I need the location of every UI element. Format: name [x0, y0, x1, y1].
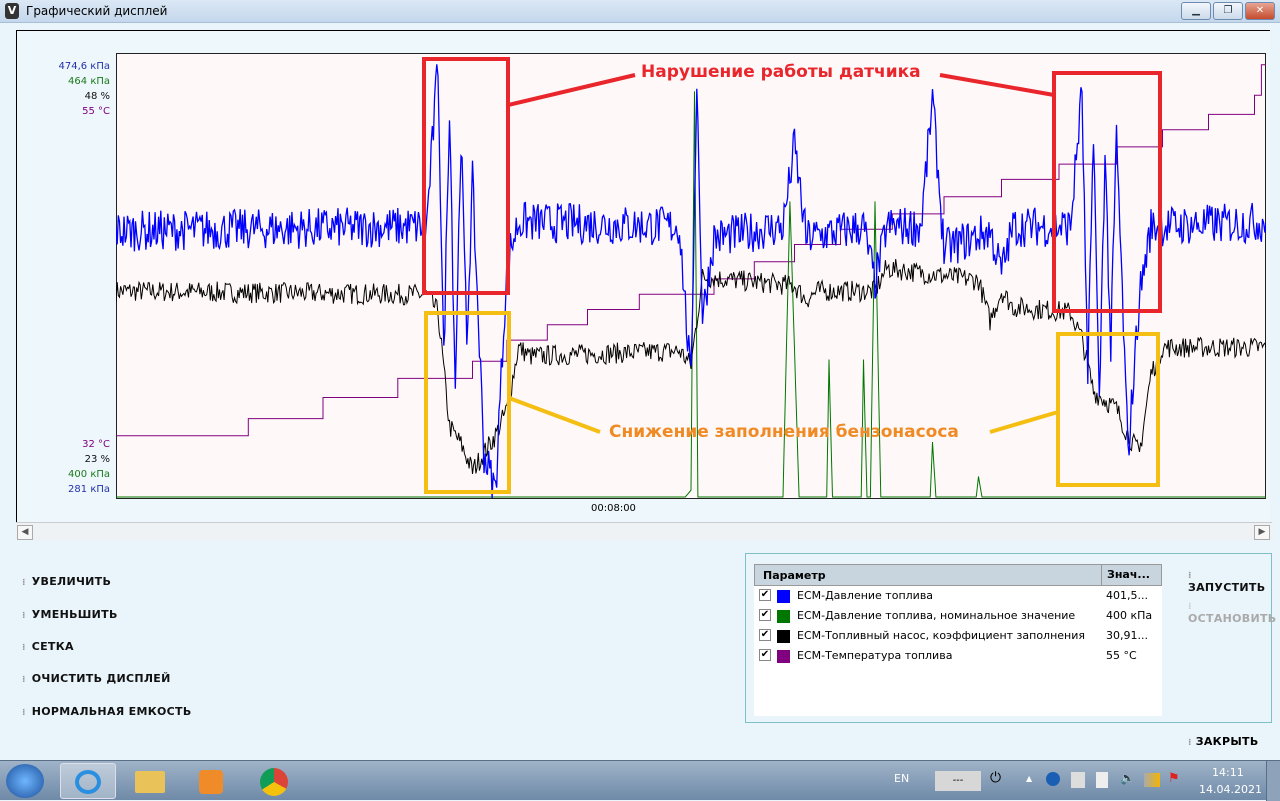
show-hidden-icons-button[interactable]: ▲ — [1026, 774, 1032, 783]
parameter-value: 55 °C — [1106, 649, 1137, 662]
taskbar-media-player-icon[interactable] — [183, 763, 239, 799]
taskbar: EN --- ⏻ ▲ 🔈 ⚑ 14:11 14.04.2021 — [0, 760, 1280, 801]
taskbar-chrome-icon[interactable] — [246, 763, 302, 799]
taskbar-ie-icon[interactable] — [60, 763, 116, 799]
color-swatch — [777, 630, 790, 643]
show-desktop-button[interactable] — [1266, 761, 1280, 801]
parameter-name: ECM-Топливный насос, коэффициент заполне… — [797, 629, 1085, 642]
header-parameter[interactable]: Параметр — [763, 569, 826, 582]
yellow-box-1 — [424, 311, 511, 494]
legend-checkbox[interactable]: ✔ — [759, 629, 771, 641]
bullet-icon: ⁝ — [1188, 602, 1192, 612]
network-icon[interactable] — [1144, 773, 1160, 787]
red-pointer-2 — [939, 73, 1055, 97]
power-tray-icon[interactable] — [1096, 772, 1108, 788]
language-indicator[interactable]: EN — [894, 772, 909, 785]
header-value[interactable]: Знач... — [1101, 565, 1150, 585]
annotation-pump-fill-drop: Снижение заполнения бензонасоса — [609, 422, 959, 442]
legend-row[interactable]: ✔ ECM-Давление топлива, номинальное значе… — [754, 606, 1162, 626]
legend-checkbox[interactable]: ✔ — [759, 609, 771, 621]
legend-checkbox[interactable]: ✔ — [759, 649, 771, 661]
annotation-sensor-fault: Нарушение работы датчика — [641, 62, 921, 82]
color-swatch — [777, 650, 790, 663]
parameter-value: 400 кПа — [1106, 609, 1153, 622]
yellow-pointer-2 — [989, 410, 1059, 434]
info-tray-icon[interactable] — [1046, 772, 1060, 786]
grid-label: СЕТКА — [31, 640, 74, 653]
table-header: Параметр Знач... — [754, 564, 1162, 586]
legend-row[interactable]: ✔ ECM-Температура топлива 55 °C — [754, 646, 1162, 666]
battery-text: --- — [952, 775, 964, 786]
stop-button[interactable]: ⁝ОСТАНОВИТЬ — [1188, 599, 1276, 625]
bullet-icon: ⁝ — [1188, 571, 1192, 581]
bullet-icon: ⁝ — [22, 643, 26, 653]
parameter-name: ECM-Давление топлива — [797, 589, 934, 602]
taskbar-explorer-icon[interactable] — [122, 763, 178, 799]
yellow-box-2 — [1056, 332, 1160, 487]
parameter-value: 30,91... — [1106, 629, 1148, 642]
clock-time[interactable]: 14:11 — [1212, 766, 1244, 779]
legend-panel: Параметр Знач... ✔ ECM-Давление топлива 40… — [745, 553, 1276, 723]
legend-row[interactable]: ✔ ECM-Топливный насос, коэффициент заполн… — [754, 626, 1162, 646]
clock-date[interactable]: 14.04.2021 — [1199, 783, 1262, 796]
app-tray-icon[interactable] — [1071, 772, 1085, 788]
bullet-icon: ⁝ — [22, 611, 26, 621]
battery-indicator[interactable]: --- — [935, 771, 981, 791]
parameter-name: ECM-Давление топлива, номинальное значен… — [797, 609, 1076, 622]
close-button[interactable]: ⁝ ЗАКРЫТЬ — [1188, 735, 1259, 748]
stop-label: ОСТАНОВИТЬ — [1188, 612, 1277, 625]
legend-row[interactable]: ✔ ECM-Давление топлива 401,5... — [754, 586, 1162, 606]
zoom-out-button[interactable]: ⁝ УМЕНЬШИТЬ — [22, 608, 118, 621]
scroll-right-button[interactable]: ▶ — [1254, 525, 1270, 540]
clear-display-button[interactable]: ⁝ ОЧИСТИТЬ ДИСПЛЕЙ — [22, 672, 171, 685]
power-plug-icon[interactable]: ⏻ — [990, 770, 1001, 786]
red-box-1 — [422, 57, 510, 295]
start-label: ЗАПУСТИТЬ — [1188, 581, 1266, 594]
parameter-value: 401,5... — [1106, 589, 1148, 602]
horizontal-scrollbar[interactable]: ◀ ▶ — [16, 522, 1272, 540]
start-button[interactable]: ⁝ЗАПУСТИТЬ — [1188, 568, 1271, 594]
bullet-icon: ⁝ — [22, 578, 26, 588]
bullet-icon: ⁝ — [1188, 738, 1192, 748]
grid-button[interactable]: ⁝ СЕТКА — [22, 640, 74, 653]
bullet-icon: ⁝ — [22, 675, 26, 685]
close-label: ЗАКРЫТЬ — [1195, 735, 1259, 748]
annotation-layer — [422, 57, 1162, 494]
scroll-left-button[interactable]: ◀ — [17, 525, 33, 540]
bullet-icon: ⁝ — [22, 708, 26, 718]
color-swatch — [777, 590, 790, 603]
zoom-in-label: УВЕЛИЧИТЬ — [31, 575, 112, 588]
red-pointer-1 — [507, 73, 636, 107]
volume-icon[interactable]: 🔈 — [1120, 771, 1135, 785]
clear-display-label: ОЧИСТИТЬ ДИСПЛЕЙ — [31, 672, 171, 685]
normal-capacity-button[interactable]: ⁝ НОРМАЛЬНАЯ ЕМКОСТЬ — [22, 705, 192, 718]
parameter-name: ECM-Температура топлива — [797, 649, 953, 662]
action-center-flag-icon[interactable]: ⚑ — [1168, 771, 1180, 786]
normal-capacity-label: НОРМАЛЬНАЯ ЕМКОСТЬ — [31, 705, 192, 718]
red-box-2 — [1052, 71, 1162, 313]
parameter-table: Параметр Знач... ✔ ECM-Давление топлива 40… — [754, 564, 1162, 716]
legend-checkbox[interactable]: ✔ — [759, 589, 771, 601]
zoom-in-button[interactable]: ⁝ УВЕЛИЧИТЬ — [22, 575, 111, 588]
zoom-out-label: УМЕНЬШИТЬ — [31, 608, 118, 621]
yellow-pointer-1 — [508, 396, 601, 434]
start-menu-button[interactable] — [6, 764, 44, 798]
color-swatch — [777, 610, 790, 623]
